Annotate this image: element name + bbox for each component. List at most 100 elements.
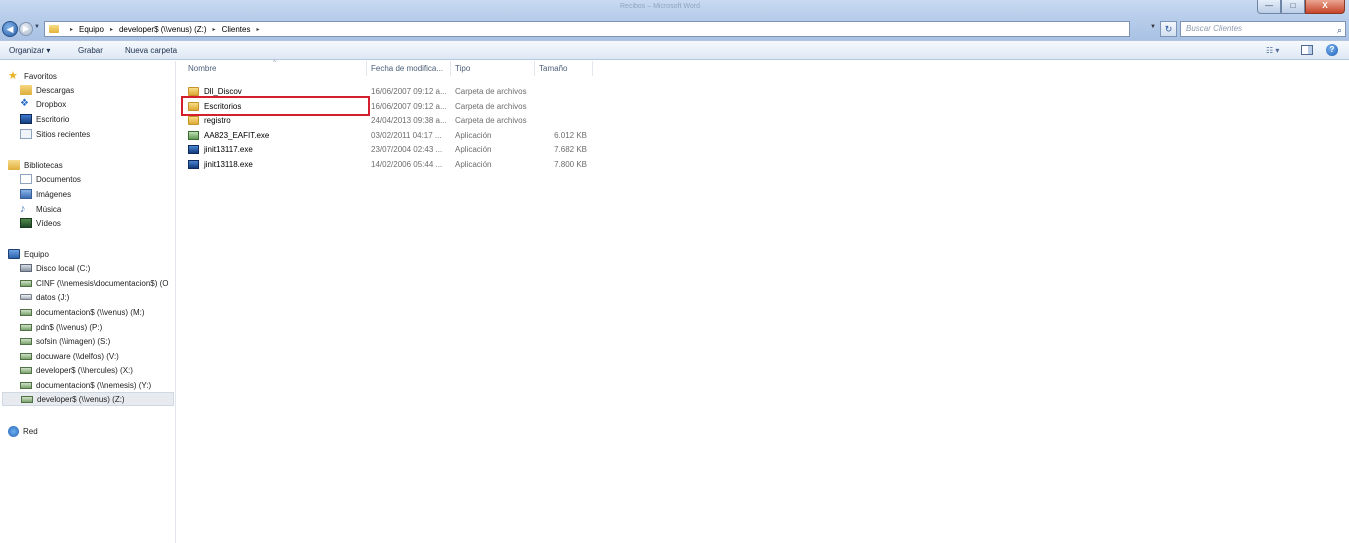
sidebar-item-drive-v[interactable]: docuware (\\delfos) (V:) [20, 349, 119, 363]
command-bar: Organizar ▾ Grabar Nueva carpeta ☷ ▾ ? [0, 40, 1349, 60]
application-icon [188, 160, 199, 169]
breadcrumb-equipo[interactable]: Equipo [79, 25, 104, 34]
sidebar-item-label: pdn$ (\\venus) (P:) [36, 322, 103, 332]
sidebar-item-label: developer$ (\\venus) (Z:) [37, 394, 125, 404]
breadcrumb-drive[interactable]: developer$ (\\venus) (Z:) [119, 25, 207, 34]
recent-pages-dropdown[interactable]: ▼ [34, 24, 40, 30]
sidebar-item-escritorio[interactable]: Escritorio [20, 112, 69, 126]
sidebar-item-equipo[interactable]: Equipo [8, 247, 49, 261]
file-date: 23/07/2004 02:43 ... [371, 145, 443, 154]
sidebar-item-videos[interactable]: Vídeos [20, 216, 61, 230]
downloads-folder-icon [20, 85, 32, 95]
close-button[interactable]: X [1305, 0, 1345, 14]
sidebar-item-label: developer$ (\\hercules) (X:) [36, 365, 133, 375]
sidebar-item-label: Dropbox [36, 99, 67, 109]
burn-button[interactable]: Grabar [78, 46, 103, 55]
sidebar-item-drive-o[interactable]: CINF (\\nemesis\documentacion$) (O [20, 276, 169, 290]
sidebar-item-drive-y[interactable]: documentacion$ (\\nemesis) (Y:) [20, 378, 151, 392]
sidebar-item-musica[interactable]: ♪ Música [20, 202, 61, 216]
sidebar-item-label: sofsin (\\imagen) (S:) [36, 336, 111, 346]
column-header-date[interactable]: Fecha de modifica... [367, 61, 451, 76]
sidebar-item-dropbox[interactable]: ❖ Dropbox [20, 97, 66, 111]
breadcrumb-separator[interactable]: ▸ [70, 26, 73, 33]
folder-icon [188, 102, 199, 111]
sort-indicator: ^ [273, 60, 276, 66]
file-type: Aplicación [455, 145, 492, 154]
sidebar-item-documentos[interactable]: Documentos [20, 172, 81, 186]
file-type: Aplicación [455, 160, 492, 169]
sidebar-item-sitios-recientes[interactable]: Sitios recientes [20, 127, 90, 141]
recent-places-icon [20, 129, 32, 139]
address-bar[interactable]: ▸ Equipo ▸ developer$ (\\venus) (Z:) ▸ C… [44, 21, 1130, 37]
breadcrumb-separator[interactable]: ▸ [213, 26, 216, 33]
file-size: 6.012 KB [554, 131, 587, 140]
sidebar-item-imagenes[interactable]: Imágenes [20, 187, 71, 201]
sidebar-item-label: Música [36, 204, 62, 214]
sidebar-item-drive-p[interactable]: pdn$ (\\venus) (P:) [20, 320, 102, 334]
breadcrumb-separator[interactable]: ▸ [256, 26, 259, 33]
file-name: jinit13117.exe [204, 145, 253, 154]
sidebar-item-label: Imágenes [36, 189, 72, 199]
preview-pane-button[interactable] [1301, 45, 1313, 55]
removable-drive-icon [20, 294, 32, 300]
sidebar-item-drive-z[interactable]: developer$ (\\venus) (Z:) [2, 392, 174, 406]
column-header-size[interactable]: Tamaño [535, 61, 593, 76]
breadcrumb-separator[interactable]: ▸ [110, 26, 113, 33]
file-type: Carpeta de archivos [455, 87, 527, 96]
sidebar-item-label: CINF (\\nemesis\documentacion$) (O [36, 278, 169, 288]
search-placeholder: Buscar Clientes [1186, 24, 1243, 33]
network-drive-icon [20, 279, 32, 287]
file-type: Carpeta de archivos [455, 102, 527, 111]
new-folder-button[interactable]: Nueva carpeta [125, 46, 177, 55]
sidebar-item-drive-x[interactable]: developer$ (\\hercules) (X:) [20, 363, 133, 377]
local-disk-icon [20, 264, 32, 272]
sidebar-item-descargas[interactable]: Descargas [20, 83, 74, 97]
view-options-button[interactable]: ☷ ▾ [1266, 46, 1279, 55]
sidebar-item-label: Equipo [24, 249, 49, 259]
forward-button[interactable]: ▶ [19, 22, 33, 36]
organize-menu[interactable]: Organizar ▾ [9, 46, 50, 55]
file-row[interactable]: jinit13117.exe 23/07/2004 02:43 ... Apli… [184, 142, 596, 157]
sidebar-item-label: datos (J:) [36, 292, 70, 302]
breadcrumb-clientes[interactable]: Clientes [222, 25, 251, 34]
sidebar-item-label: Escritorio [36, 114, 70, 124]
file-row[interactable]: AA823_EAFIT.exe 03/02/2011 04:17 ... Apl… [184, 128, 596, 143]
search-icon[interactable]: ⌕ [1337, 23, 1342, 37]
star-icon: ★ [8, 70, 18, 82]
music-icon: ♪ [20, 203, 26, 215]
sidebar-item-drive-j[interactable]: datos (J:) [20, 290, 69, 304]
sidebar-item-favoritos[interactable]: ★ Favoritos [8, 69, 57, 83]
network-drive-icon [20, 337, 32, 345]
back-button[interactable]: ◀ [2, 21, 18, 37]
file-date: 16/06/2007 09:12 a... [371, 87, 447, 96]
sidebar-item-drive-s[interactable]: sofsin (\\imagen) (S:) [20, 334, 110, 348]
file-size: 7.682 KB [554, 145, 587, 154]
file-row[interactable]: Escritorios 16/06/2007 09:12 a... Carpet… [184, 99, 596, 114]
sidebar-item-drive-m[interactable]: documentacion$ (\\venus) (M:) [20, 305, 145, 319]
help-button[interactable]: ? [1326, 44, 1338, 56]
network-drive-icon [20, 366, 32, 374]
sidebar-item-drive-c[interactable]: Disco local (C:) [20, 261, 90, 275]
column-header-type[interactable]: Tipo [451, 61, 535, 76]
file-row[interactable]: Dll_Discov 16/06/2007 09:12 a... Carpeta… [184, 84, 596, 99]
address-history-dropdown[interactable]: ▼ [1150, 24, 1156, 30]
minimize-button[interactable]: — [1257, 0, 1281, 14]
refresh-button[interactable]: ↻ [1160, 21, 1177, 37]
network-drive-icon [20, 381, 32, 389]
sidebar-item-red[interactable]: Red [8, 424, 38, 438]
folder-icon [49, 25, 59, 33]
file-date: 16/06/2007 09:12 a... [371, 102, 447, 111]
file-row[interactable]: registro 24/04/2013 09:38 a... Carpeta d… [184, 113, 596, 128]
sidebar-item-label: Red [23, 426, 38, 436]
network-drive-icon [20, 352, 32, 360]
navigation-pane: ★ Favoritos Descargas ❖ Dropbox Escritor… [0, 61, 176, 543]
maximize-button[interactable]: □ [1281, 0, 1305, 14]
videos-icon [20, 218, 32, 228]
file-row[interactable]: jinit13118.exe 14/02/2006 05:44 ... Apli… [184, 157, 596, 172]
desktop-icon [20, 114, 32, 124]
computer-icon [8, 249, 20, 259]
search-input[interactable]: Buscar Clientes ⌕ [1180, 21, 1346, 37]
sidebar-item-label: Descargas [36, 85, 75, 95]
sidebar-item-bibliotecas[interactable]: Bibliotecas [8, 158, 63, 172]
file-name: Dll_Discov [204, 87, 242, 96]
